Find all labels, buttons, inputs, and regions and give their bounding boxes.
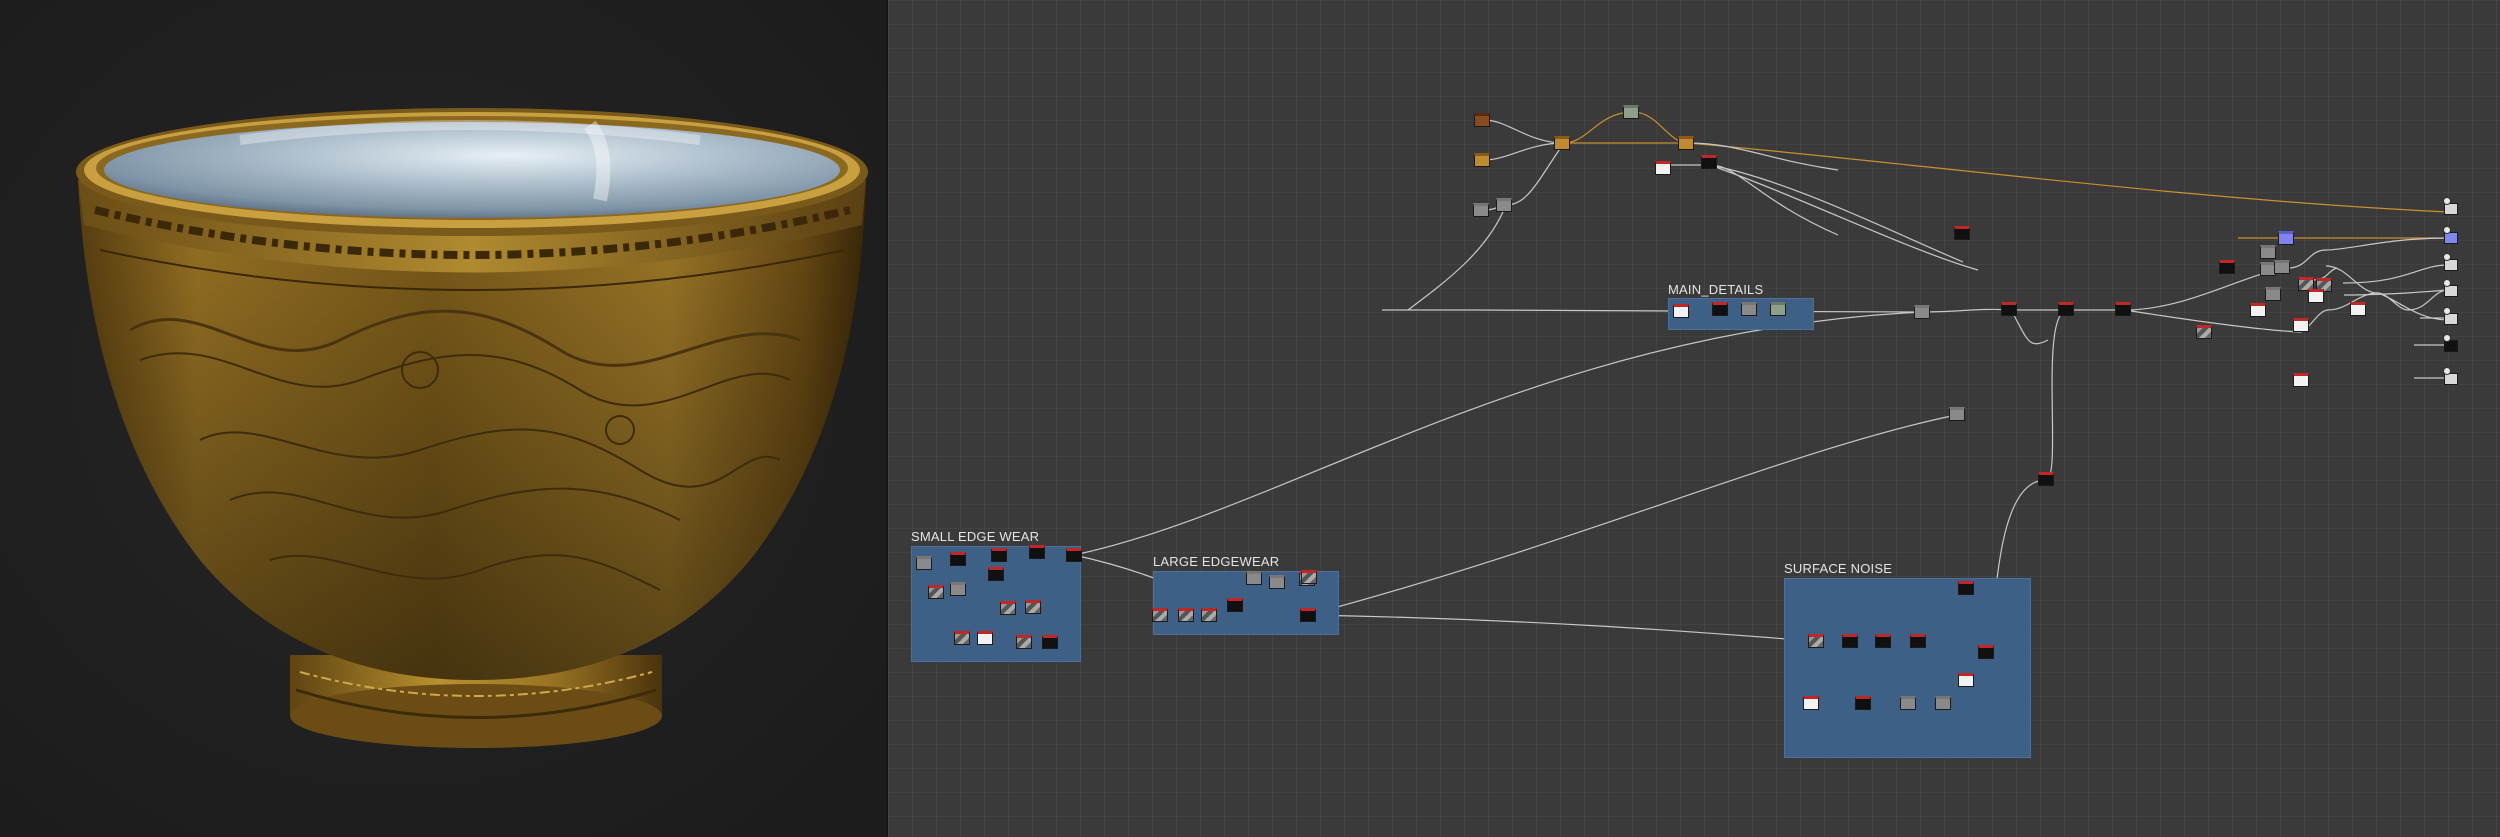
output-node[interactable] [2443,334,2458,352]
frame-title-surface-noise: SURFACE NOISE [1784,561,1893,576]
graph-node[interactable] [977,631,993,645]
bowl-render [76,108,868,748]
graph-node[interactable] [1712,302,1728,316]
graph-node[interactable] [1000,601,1016,615]
graph-node[interactable] [1678,136,1694,150]
graph-node[interactable] [1016,635,1032,649]
graph-node[interactable] [1978,645,1994,659]
graph-node[interactable] [1701,155,1717,169]
graph-node[interactable] [916,556,932,570]
graph-node[interactable] [2350,302,2366,316]
graph-node[interactable] [1935,696,1951,710]
graph-node[interactable] [950,552,966,566]
frame-title-large-edgewear: LARGE EDGEWEAR [1153,554,1280,569]
graph-node[interactable] [1958,581,1974,595]
graph-node[interactable] [1875,634,1891,648]
graph-node[interactable] [1042,635,1058,649]
graph-node[interactable] [2260,245,2276,259]
graph-node[interactable] [2038,472,2054,486]
graph-node[interactable] [1178,608,1194,622]
output-node[interactable] [2443,253,2458,271]
graph-node[interactable] [1152,608,1168,622]
output-node[interactable] [2443,226,2458,244]
graph-node[interactable] [2196,325,2212,339]
graph-node[interactable] [1474,113,1490,127]
graph-node[interactable] [1954,226,1970,240]
graph-node[interactable] [1227,598,1243,612]
graph-node[interactable] [1066,548,1082,562]
graph-node[interactable] [1803,696,1819,710]
graph-node[interactable] [1914,305,1930,319]
graph-node[interactable] [2293,318,2309,332]
graph-node[interactable] [1900,696,1916,710]
graph-node[interactable] [1554,136,1570,150]
frame-title-small-edge-wear: SMALL EDGE WEAR [911,529,1040,544]
graph-node[interactable] [1025,600,1041,614]
graph-node[interactable] [988,567,1004,581]
graph-node[interactable] [1300,608,1316,622]
graph-node[interactable] [2265,287,2281,301]
graph-node[interactable] [1301,570,1317,584]
graph-node[interactable] [2293,373,2309,387]
graph-node[interactable] [1246,571,1262,585]
graph-node[interactable] [1842,634,1858,648]
frame-title-main-details: MAIN_DETAILS [1668,282,1764,297]
output-node[interactable] [2443,367,2458,385]
output-node[interactable] [2443,279,2458,297]
graph-node[interactable] [1655,161,1671,175]
frame-surface-noise[interactable] [1784,578,2031,758]
graph-node[interactable] [2058,302,2074,316]
graph-node[interactable] [2278,231,2294,245]
graph-node[interactable] [2001,302,2017,316]
graph-node[interactable] [1808,634,1824,648]
graph-node[interactable] [991,548,1007,562]
graph-wires [911,111,2449,704]
3d-viewport[interactable] [0,0,886,837]
graph-node[interactable] [954,631,970,645]
graph-node[interactable] [1474,153,1490,167]
graph-node[interactable] [1949,407,1965,421]
output-node[interactable] [2443,307,2458,325]
graph-node[interactable] [950,582,966,596]
graph-node[interactable] [1741,302,1757,316]
node-graph-canvas[interactable]: MAIN_DETAILS SMALL EDGE WEAR LARGE EDGEW… [888,0,2500,837]
graph-node[interactable] [2250,303,2266,317]
graph-node[interactable] [1958,673,1974,687]
graph-node[interactable] [1623,105,1639,119]
graph-node[interactable] [1673,304,1689,318]
graph-node[interactable] [2308,289,2324,303]
graph-node[interactable] [1473,203,1489,217]
graph-node[interactable] [2219,260,2235,274]
graph-node[interactable] [1855,696,1871,710]
graph-node[interactable] [1910,634,1926,648]
graph-node[interactable] [1201,608,1217,622]
graph-node[interactable] [2274,260,2290,274]
graph-node[interactable] [2115,302,2131,316]
graph-node[interactable] [1770,302,1786,316]
graph-node[interactable] [1029,545,1045,559]
graph-node[interactable] [1496,198,1512,212]
graph-node[interactable] [928,585,944,599]
graph-node[interactable] [1269,575,1285,589]
